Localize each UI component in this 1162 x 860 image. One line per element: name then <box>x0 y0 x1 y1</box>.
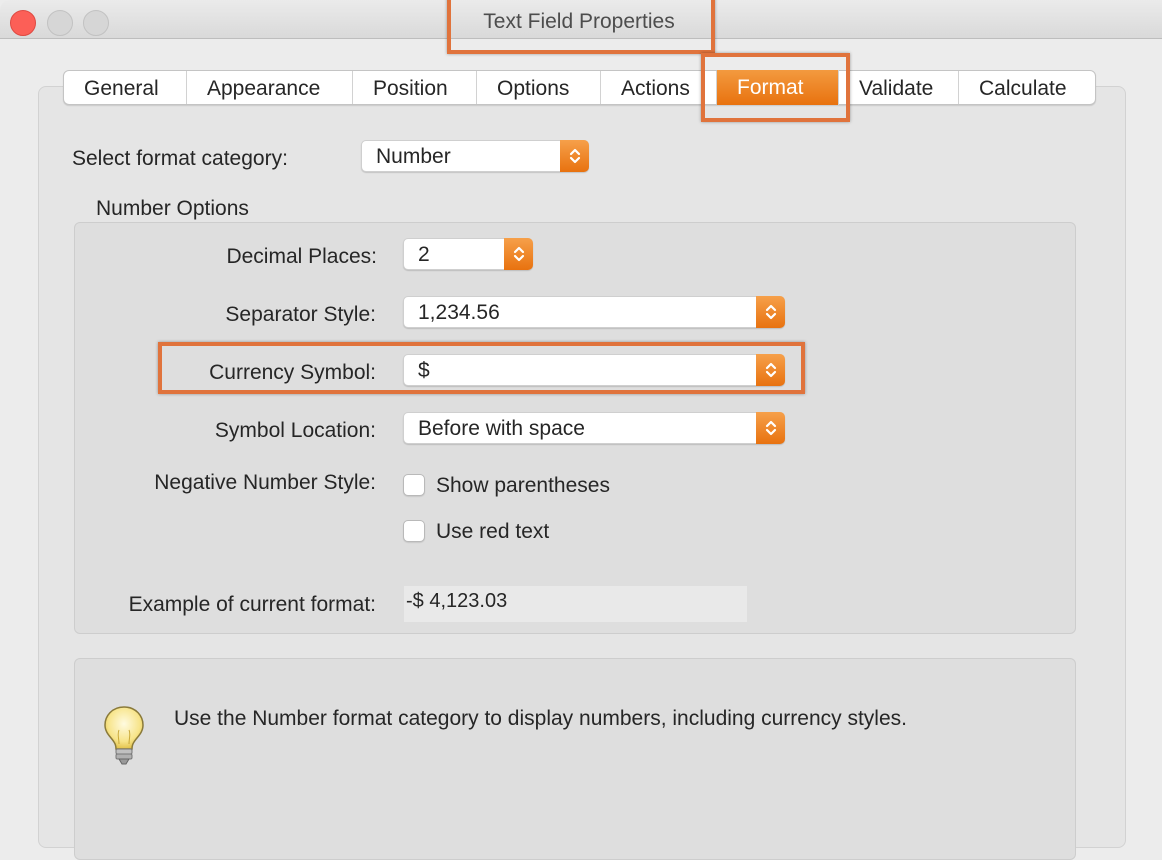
example-format-field: -$ 4,123.03 <box>404 586 747 622</box>
hint-box <box>74 658 1076 860</box>
separator-style-value: 1,234.56 <box>418 301 500 324</box>
use-red-text-checkbox[interactable] <box>403 520 425 542</box>
negative-number-style-label: Negative Number Style: <box>154 471 376 494</box>
tab-appearance[interactable]: Appearance <box>187 71 353 104</box>
tab-options[interactable]: Options <box>477 71 601 104</box>
currency-symbol-highlight-box <box>158 342 805 394</box>
chevron-updown-icon <box>504 238 533 270</box>
tab-bar: General Appearance Position Options Acti… <box>63 70 1096 105</box>
lightbulb-icon <box>102 704 146 766</box>
symbol-location-select[interactable]: Before with space <box>403 412 785 444</box>
show-parentheses-checkbox[interactable] <box>403 474 425 496</box>
symbol-location-label: Symbol Location: <box>214 419 376 442</box>
format-category-value: Number <box>376 145 451 168</box>
separator-style-select[interactable]: 1,234.56 <box>403 296 785 328</box>
format-category-select[interactable]: Number <box>361 140 589 172</box>
separator-style-label: Separator Style: <box>225 303 376 326</box>
symbol-location-value: Before with space <box>418 417 585 440</box>
example-format-label: Example of current format: <box>128 593 376 616</box>
tab-position[interactable]: Position <box>353 71 477 104</box>
decimal-places-value: 2 <box>418 243 430 266</box>
tab-calculate[interactable]: Calculate <box>959 71 1095 104</box>
format-category-label: Select format category: <box>72 147 288 170</box>
chevron-updown-icon <box>756 412 785 444</box>
title-highlight-box <box>447 0 715 54</box>
use-red-text-label[interactable]: Use red text <box>436 520 549 544</box>
decimal-places-label: Decimal Places: <box>226 245 377 268</box>
example-format-value: -$ 4,123.03 <box>406 590 508 612</box>
chevron-updown-icon <box>756 296 785 328</box>
decimal-places-select[interactable]: 2 <box>403 238 533 270</box>
tab-general[interactable]: General <box>64 71 187 104</box>
format-tab-highlight-box <box>701 53 850 122</box>
chevron-updown-icon <box>560 140 589 172</box>
tab-validate[interactable]: Validate <box>839 71 959 104</box>
hint-text: Use the Number format category to displa… <box>174 707 907 730</box>
tab-actions[interactable]: Actions <box>601 71 717 104</box>
show-parentheses-label[interactable]: Show parentheses <box>436 474 610 498</box>
number-options-title: Number Options <box>96 197 249 220</box>
